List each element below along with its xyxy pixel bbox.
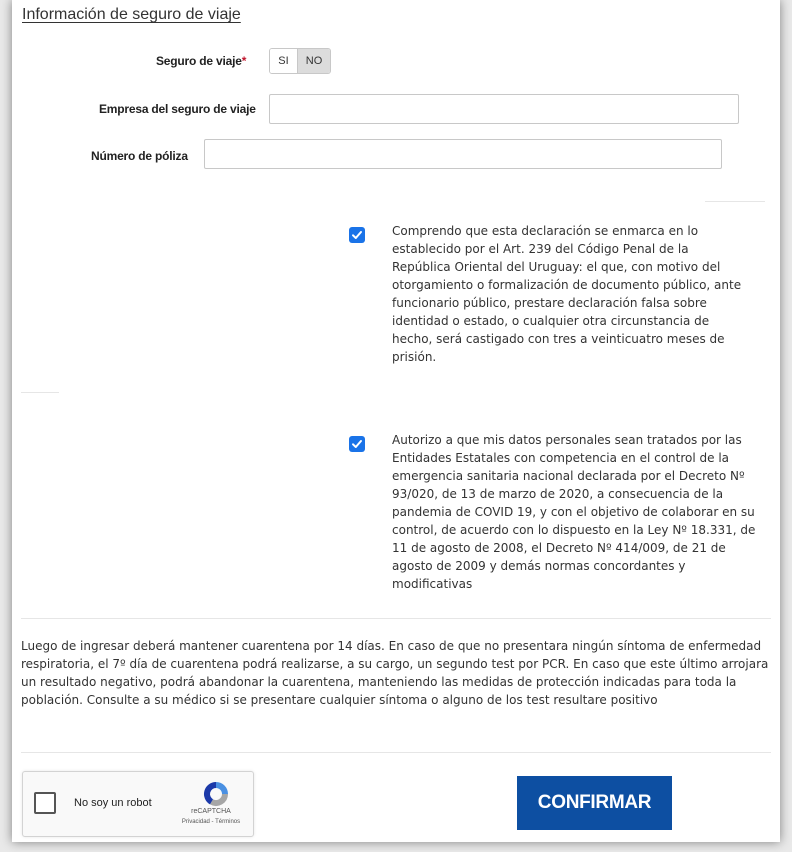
quarantine-notice: Luego de ingresar deberá mantener cuaren… — [21, 639, 769, 707]
divider — [21, 752, 771, 753]
declaration-2-checkbox[interactable] — [349, 436, 365, 452]
travel-insurance-label: Seguro de viaje* — [156, 54, 246, 68]
insurance-company-input[interactable] — [269, 94, 739, 124]
divider — [21, 618, 771, 619]
travel-insurance-label-text: Seguro de viaje — [156, 54, 242, 68]
section-title: Información de seguro de viaje — [22, 6, 241, 23]
required-mark: * — [241, 54, 247, 68]
toggle-yes-button[interactable]: SI — [270, 49, 297, 73]
declaration-2-text: Autorizo a que mis datos personales sean… — [392, 433, 756, 591]
form-card: Información de seguro de viaje Seguro de… — [12, 0, 780, 842]
confirm-button[interactable]: CONFIRMAR — [517, 776, 672, 830]
policy-number-input[interactable] — [204, 139, 722, 169]
declaration-1-text: Comprendo que esta declaración se enmarc… — [392, 224, 742, 364]
declaration-1-checkbox[interactable] — [349, 227, 365, 243]
recaptcha-brand: reCAPTCHA — [191, 808, 231, 815]
check-icon — [352, 440, 362, 448]
travel-insurance-toggle: SI NO — [269, 48, 331, 74]
recaptcha-checkbox[interactable] — [34, 792, 56, 814]
policy-number-label: Número de póliza — [91, 149, 188, 163]
divider — [21, 392, 59, 393]
divider — [705, 201, 765, 202]
recaptcha-label: No soy un robot — [74, 797, 152, 809]
check-icon — [352, 231, 362, 239]
toggle-no-button[interactable]: NO — [297, 49, 330, 73]
insurance-company-label: Empresa del seguro de viaje — [99, 102, 256, 116]
recaptcha-links[interactable]: Privacidad - Términos — [173, 819, 249, 825]
recaptcha-widget: No soy un robot reCAPTCHA Privacidad - T… — [22, 771, 254, 837]
recaptcha-logo-icon — [203, 782, 228, 807]
